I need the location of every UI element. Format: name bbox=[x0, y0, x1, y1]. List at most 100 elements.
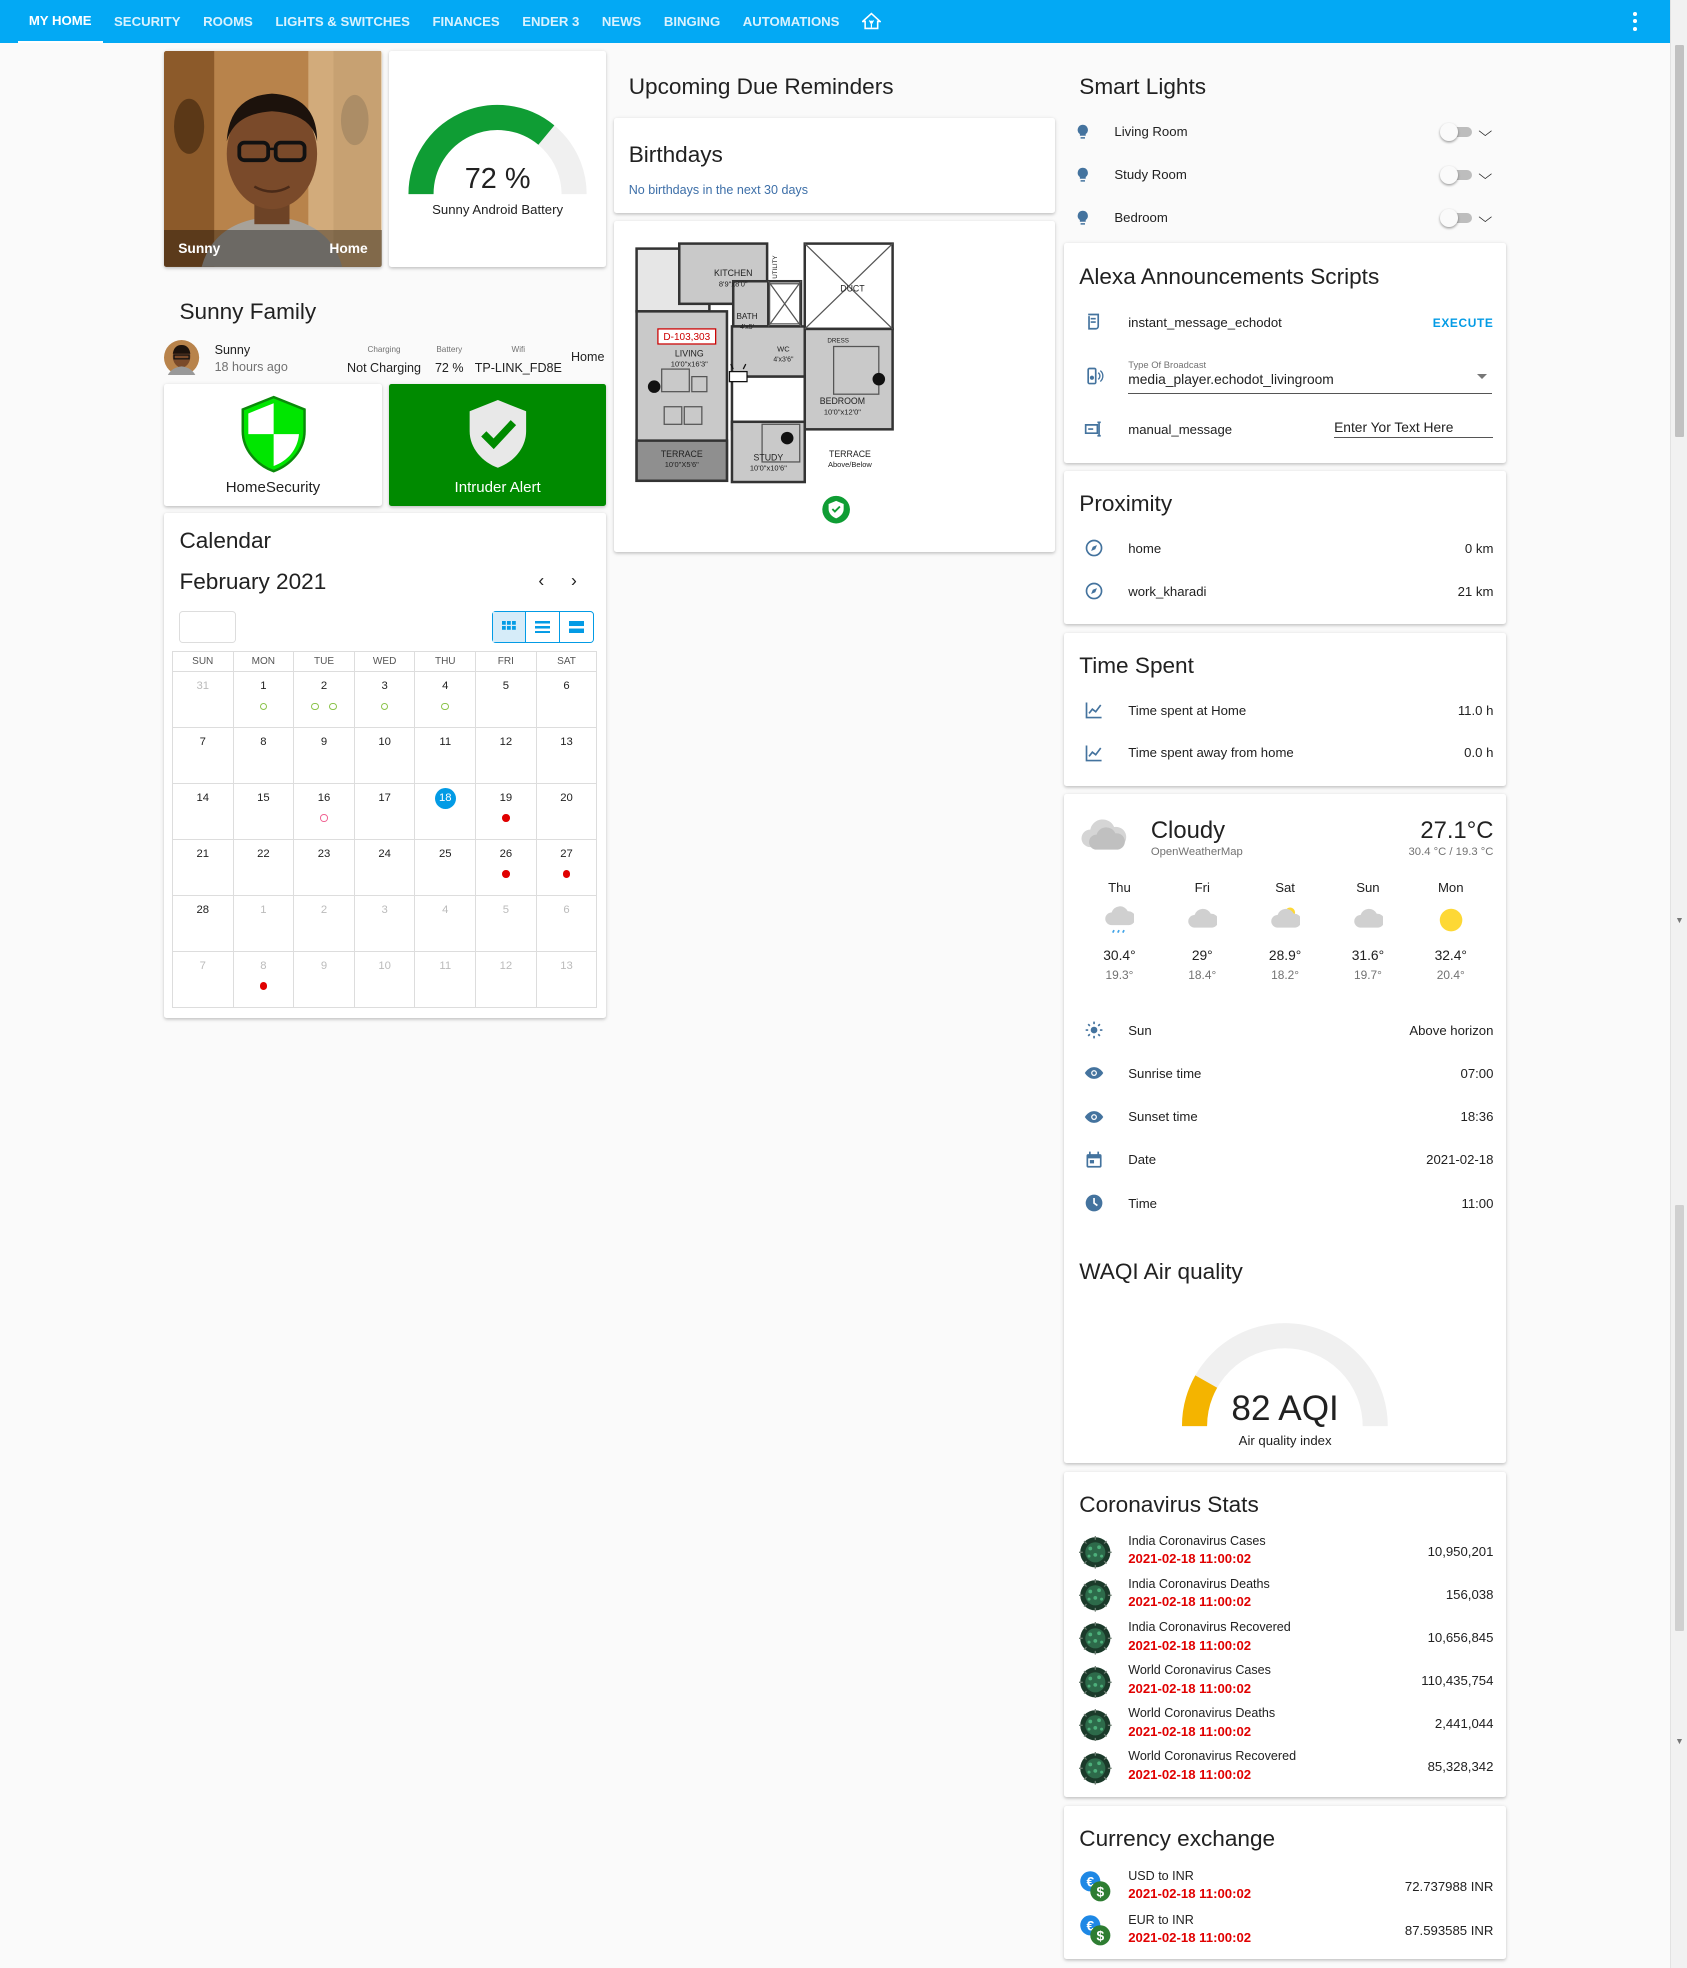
sun-info-row[interactable]: Sunrise time 07:00 bbox=[1084, 1063, 1493, 1083]
light-toggle[interactable] bbox=[1440, 209, 1473, 227]
light-row[interactable]: Bedroom ⌵ bbox=[1074, 208, 1493, 228]
calendar-day[interactable]: 3 bbox=[354, 896, 416, 953]
calendar-day[interactable]: 14 bbox=[172, 784, 234, 841]
tab-finances[interactable]: FINANCES bbox=[421, 0, 511, 43]
calendar-day[interactable]: 21 bbox=[172, 840, 234, 897]
tab-lights-switches[interactable]: LIGHTS & SWITCHES bbox=[264, 0, 421, 43]
scroll-down-arrow-icon[interactable]: ▼ bbox=[1675, 915, 1684, 925]
calendar-day[interactable]: 3 bbox=[354, 672, 416, 729]
currency-row[interactable]: € $ USD to INR 2021-02-18 11:00:02 72.737988… bbox=[1079, 1869, 1493, 1907]
chevron-right-icon[interactable]: › bbox=[571, 570, 577, 591]
coronavirus-row[interactable]: India Coronavirus Cases 2021-02-18 11:00:… bbox=[1079, 1534, 1493, 1572]
event-dot[interactable] bbox=[259, 702, 268, 711]
calendar-day[interactable]: 13 bbox=[536, 728, 598, 785]
calendar-day[interactable]: 19 bbox=[476, 784, 537, 841]
light-row[interactable]: Study Room ⌵ bbox=[1074, 165, 1493, 185]
time-spent-row[interactable]: Time spent away from home 0.0 h bbox=[1084, 743, 1493, 763]
family-member-row[interactable]: Sunny 18 hours ago Charging Not Charging… bbox=[164, 336, 606, 379]
battery-gauge-card[interactable]: 72 % Sunny Android Battery bbox=[389, 51, 607, 268]
sun-info-row[interactable]: Sun Above horizon bbox=[1084, 1020, 1493, 1040]
calendar-day[interactable]: 1 bbox=[233, 672, 295, 729]
calendar-day[interactable]: 12 bbox=[476, 952, 537, 1009]
event-dot[interactable] bbox=[320, 814, 328, 822]
event-dot[interactable] bbox=[311, 702, 319, 711]
calendar-day[interactable]: 26 bbox=[476, 840, 537, 897]
calendar-day[interactable]: 7 bbox=[172, 728, 234, 785]
chevron-left-icon[interactable]: ‹ bbox=[538, 570, 544, 591]
execute-button[interactable]: EXECUTE bbox=[1433, 316, 1494, 330]
light-row[interactable]: Living Room ⌵ bbox=[1074, 122, 1493, 142]
event-dot[interactable] bbox=[502, 870, 510, 878]
chevron-down-icon[interactable]: ⌵ bbox=[1479, 124, 1493, 140]
dots-vertical-icon[interactable] bbox=[1625, 10, 1645, 33]
calendar-day[interactable]: 22 bbox=[233, 840, 295, 897]
tab-automations[interactable]: AUTOMATIONS bbox=[731, 0, 850, 43]
calendar-day[interactable]: 1 bbox=[233, 896, 295, 953]
calendar-day[interactable]: 25 bbox=[415, 840, 477, 897]
camera-icon[interactable] bbox=[872, 372, 885, 386]
coronavirus-row[interactable]: India Coronavirus Deaths 2021-02-18 11:00… bbox=[1079, 1577, 1493, 1615]
calendar-day[interactable]: 23 bbox=[294, 840, 355, 897]
tab-ender-3[interactable]: ENDER 3 bbox=[511, 0, 591, 43]
coronavirus-row[interactable]: India Coronavirus Recovered 2021-02-18 11… bbox=[1079, 1620, 1493, 1658]
calendar-day[interactable]: 15 bbox=[233, 784, 295, 841]
currency-row[interactable]: € $ EUR to INR 2021-02-18 11:00:02 87.593585… bbox=[1079, 1913, 1493, 1951]
proximity-row[interactable]: work_kharadi 21 km bbox=[1084, 581, 1493, 601]
calendar-day[interactable]: 18 bbox=[415, 784, 477, 841]
scrollbar-thumb[interactable] bbox=[1675, 45, 1684, 437]
event-dot[interactable] bbox=[329, 702, 337, 711]
calendar-day[interactable]: 11 bbox=[415, 952, 477, 1009]
calendar-day[interactable]: 6 bbox=[536, 672, 598, 729]
person-picture-card[interactable]: Sunny Home bbox=[164, 51, 382, 268]
camera-icon[interactable] bbox=[647, 380, 661, 393]
calendar-day[interactable]: 10 bbox=[354, 952, 416, 1009]
calendar-day[interactable]: 17 bbox=[354, 784, 416, 841]
calendar-day[interactable]: 20 bbox=[536, 784, 598, 841]
calendar-day[interactable]: 10 bbox=[354, 728, 416, 785]
event-dot[interactable] bbox=[380, 702, 389, 711]
sun-info-row[interactable]: Date 2021-02-18 bbox=[1084, 1150, 1493, 1170]
week-view-icon[interactable] bbox=[526, 612, 561, 642]
calendar-day[interactable]: 2 bbox=[294, 896, 355, 953]
calendar-day[interactable]: 16 bbox=[294, 784, 355, 841]
manual-message-input[interactable]: Enter Yor Text Here bbox=[1334, 420, 1494, 439]
calendar-day[interactable]: 6 bbox=[536, 896, 598, 953]
camera-icon[interactable] bbox=[780, 431, 794, 445]
calendar-day[interactable]: 24 bbox=[354, 840, 416, 897]
calendar-day[interactable]: 2 bbox=[294, 672, 355, 729]
calendar-day[interactable]: 28 bbox=[172, 896, 234, 953]
calendar-day[interactable]: 5 bbox=[476, 896, 537, 953]
calendar-day[interactable]: 12 bbox=[476, 728, 537, 785]
calendar-day[interactable]: 27 bbox=[536, 840, 598, 897]
coronavirus-row[interactable]: World Coronavirus Cases 2021-02-18 11:00:… bbox=[1079, 1663, 1493, 1701]
calendar-day[interactable]: 9 bbox=[294, 952, 355, 1009]
month-view-icon[interactable] bbox=[492, 612, 527, 642]
calendar-day[interactable]: 8 bbox=[233, 952, 295, 1009]
chevron-down-icon[interactable]: ⌵ bbox=[1479, 167, 1493, 183]
event-dot[interactable] bbox=[259, 982, 268, 990]
calendar-day[interactable]: 9 bbox=[294, 728, 355, 785]
dropdown-arrow-icon[interactable] bbox=[1477, 373, 1488, 379]
light-toggle[interactable] bbox=[1440, 166, 1473, 184]
tab-my-home[interactable]: MY HOME bbox=[17, 0, 103, 43]
intruder-alert-button[interactable]: Intruder Alert bbox=[389, 384, 607, 506]
sun-info-row[interactable]: Sunset time 18:36 bbox=[1084, 1107, 1493, 1127]
day-view-icon[interactable] bbox=[560, 612, 593, 641]
coronavirus-row[interactable]: World Coronavirus Deaths 2021-02-18 11:00… bbox=[1079, 1706, 1493, 1744]
proximity-row[interactable]: home 0 km bbox=[1084, 538, 1493, 558]
calendar-day[interactable]: 4 bbox=[415, 896, 477, 953]
tab-news[interactable]: NEWS bbox=[591, 0, 653, 43]
light-toggle[interactable] bbox=[1440, 122, 1473, 141]
tab-rooms[interactable]: ROOMS bbox=[192, 0, 264, 43]
broadcast-select[interactable]: Type Of Broadcast media_player.echodot_l… bbox=[1128, 359, 1493, 395]
coronavirus-row[interactable]: World Coronavirus Recovered 2021-02-18 11… bbox=[1079, 1749, 1493, 1787]
chevron-down-icon[interactable]: ⌵ bbox=[1479, 210, 1493, 226]
tab-security[interactable]: SECURITY bbox=[103, 0, 192, 43]
event-dot[interactable] bbox=[562, 870, 571, 878]
scrollbar[interactable]: ▼ ▼ bbox=[1670, 0, 1687, 1968]
home-security-button[interactable]: HomeSecurity bbox=[164, 384, 382, 506]
calendar-day[interactable]: 5 bbox=[476, 672, 537, 729]
calendar-date-input[interactable] bbox=[179, 611, 236, 643]
home-assistant-icon[interactable] bbox=[851, 0, 892, 43]
calendar-day[interactable]: 11 bbox=[415, 728, 477, 785]
